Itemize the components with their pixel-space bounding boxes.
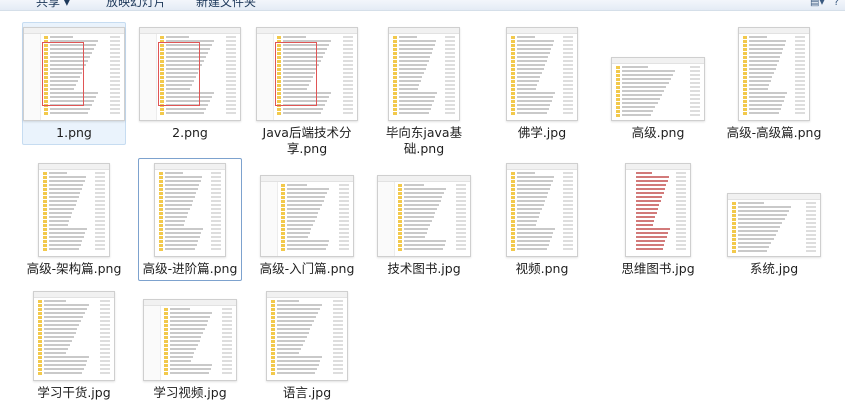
file-item[interactable]: 高级-架构篇.png — [22, 158, 126, 281]
file-item[interactable]: 视频.png — [490, 158, 594, 281]
image-thumbnail — [625, 163, 691, 257]
file-item[interactable]: 2.png — [138, 22, 242, 145]
file-item[interactable]: 毕向东java基础.png — [372, 22, 476, 161]
help-icon[interactable]: ? — [834, 0, 839, 8]
thumbnail-frame — [373, 159, 475, 259]
thumbnail-frame — [139, 159, 241, 259]
thumbnail-frame — [256, 23, 358, 123]
image-thumbnail — [33, 291, 115, 381]
file-name-label: 高级-入门篇.png — [259, 261, 355, 276]
file-item[interactable]: Java后端技术分享.png — [255, 22, 359, 161]
share-button[interactable]: 共享 ▾ — [36, 0, 70, 9]
file-name-label: 语言.jpg — [282, 385, 332, 400]
file-name-label: 高级-高级篇.png — [726, 125, 822, 140]
file-name-label: 毕向东java基础.png — [385, 125, 463, 156]
file-name-label: 1.png — [56, 125, 92, 140]
thumbnail-frame — [723, 23, 825, 123]
thumbnail-frame — [139, 23, 241, 123]
view-options-icon[interactable]: ▤▾ — [810, 0, 824, 8]
thumbnail-frame — [23, 23, 125, 123]
file-item[interactable]: 系统.jpg — [722, 158, 826, 281]
image-thumbnail — [139, 27, 241, 121]
thumbnail-frame — [373, 23, 475, 123]
file-name-label: 高级-架构篇.png — [26, 261, 122, 276]
file-name-label: 学习干货.jpg — [37, 385, 111, 400]
thumbnail-frame — [23, 159, 125, 259]
file-name-label: 视频.png — [515, 261, 569, 276]
file-name-label: 佛学.jpg — [517, 125, 567, 140]
thumbnail-frame — [607, 159, 709, 259]
image-thumbnail — [738, 27, 810, 121]
thumbnail-frame — [607, 23, 709, 123]
file-item[interactable]: 高级.png — [606, 22, 710, 145]
thumbnail-frame — [23, 283, 125, 383]
file-item[interactable]: 高级-高级篇.png — [722, 22, 826, 145]
file-item[interactable]: 佛学.jpg — [490, 22, 594, 145]
slideshow-button[interactable]: 放映幻灯片 — [106, 0, 166, 9]
image-thumbnail — [23, 27, 125, 121]
file-name-label: 技术图书.jpg — [387, 261, 461, 276]
image-thumbnail — [388, 27, 460, 121]
image-thumbnail — [611, 57, 705, 121]
file-name-label: 高级-进阶篇.png — [142, 261, 238, 276]
file-item[interactable]: 高级-进阶篇.png — [138, 158, 242, 281]
thumbnail-frame — [256, 159, 358, 259]
thumbnail-frame — [139, 283, 241, 383]
image-thumbnail — [727, 193, 821, 257]
file-name-label: 系统.jpg — [749, 261, 799, 276]
file-name-label: 2.png — [172, 125, 208, 140]
thumbnail-frame — [723, 159, 825, 259]
file-item[interactable]: 思维图书.jpg — [606, 158, 710, 281]
file-grid: 1.png 2.png Java后端技术分享.png 毕向东java基础.png 佛学.… — [0, 10, 845, 414]
image-thumbnail — [256, 27, 358, 121]
toolbar-icons: ▤▾ ? — [810, 0, 839, 8]
image-thumbnail — [260, 175, 354, 257]
file-name-label: 思维图书.jpg — [621, 261, 695, 276]
file-item[interactable]: 语言.jpg — [255, 282, 359, 405]
image-thumbnail — [506, 27, 578, 121]
chevron-down-icon: ▾ — [63, 0, 70, 9]
share-button-label: 共享 — [36, 0, 61, 9]
image-thumbnail — [154, 163, 226, 257]
thumbnail-frame — [491, 23, 593, 123]
new-folder-button[interactable]: 新建文件夹 — [196, 0, 256, 9]
thumbnail-frame — [256, 283, 358, 383]
file-item[interactable]: 学习视频.jpg — [138, 282, 242, 405]
file-item[interactable]: 高级-入门篇.png — [255, 158, 359, 281]
file-item[interactable]: 学习干货.jpg — [22, 282, 126, 405]
image-thumbnail — [266, 291, 348, 381]
file-name-label: Java后端技术分享.png — [262, 125, 352, 156]
file-item[interactable]: 1.png — [22, 22, 126, 145]
thumbnail-frame — [491, 159, 593, 259]
file-name-label: 高级.png — [631, 125, 685, 140]
image-thumbnail — [38, 163, 110, 257]
image-thumbnail — [506, 163, 578, 257]
file-item[interactable]: 技术图书.jpg — [372, 158, 476, 281]
image-thumbnail — [377, 175, 471, 257]
file-name-label: 学习视频.jpg — [153, 385, 227, 400]
image-thumbnail — [143, 299, 237, 381]
